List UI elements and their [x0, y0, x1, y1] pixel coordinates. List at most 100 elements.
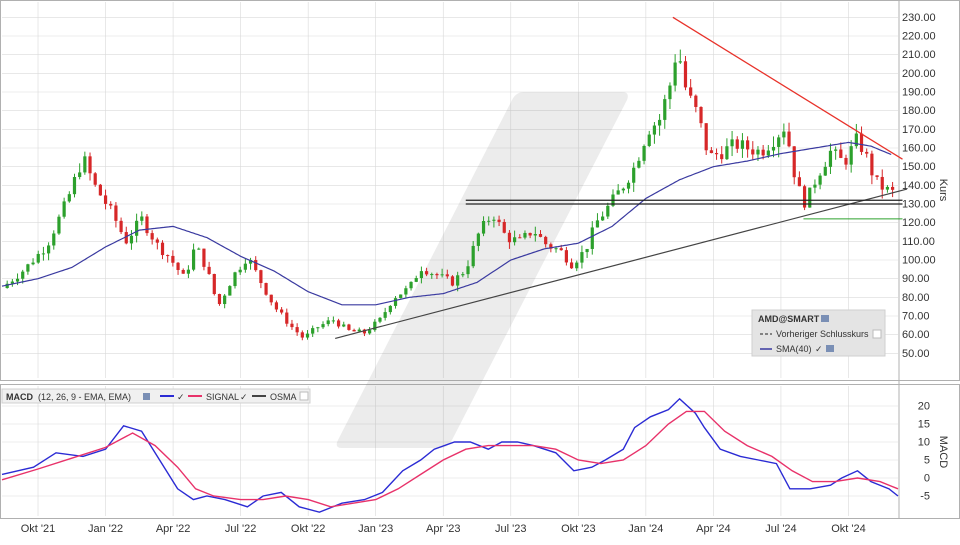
candle-body [797, 177, 801, 187]
candle-body [119, 220, 123, 233]
candle-body [233, 272, 237, 287]
candle-body [238, 269, 242, 273]
candle-body [145, 216, 149, 234]
price-tick-label: 110.00 [902, 236, 935, 248]
x-tick-label: Apr '22 [156, 523, 191, 535]
candle-body [31, 262, 35, 265]
candle-body [57, 216, 61, 234]
candle-body [766, 150, 770, 156]
price-tick-label: 90.00 [902, 273, 930, 285]
candle-body [409, 281, 413, 289]
candle-body [114, 205, 118, 221]
candle-body [890, 186, 895, 190]
candle-body [564, 250, 568, 263]
x-tick-label: Jul '24 [765, 523, 796, 535]
x-tick-label: Apr '24 [696, 523, 731, 535]
candle-body [720, 154, 724, 160]
price-tick-label: 80.00 [902, 292, 930, 304]
x-tick-label: Apr '23 [426, 523, 461, 535]
candle-body [26, 264, 30, 272]
candle-body [78, 172, 82, 178]
candle-body [280, 309, 284, 313]
macd-tick-label: 10 [918, 437, 930, 449]
candle-body [186, 269, 191, 274]
price-tick-label: 50.00 [902, 348, 930, 360]
x-tick-label: Jan '22 [88, 523, 123, 535]
legend-sma-settings-icon[interactable] [826, 345, 834, 352]
candle-body [399, 294, 403, 299]
candle-body [166, 255, 170, 257]
candle-body [502, 221, 506, 233]
candle-body [513, 237, 517, 243]
candle-body [352, 329, 356, 332]
candle-body [150, 233, 154, 240]
candle-body [326, 320, 330, 325]
candle-body [538, 234, 543, 237]
candle-body [844, 157, 848, 165]
signal-legend-label: SIGNAL [206, 392, 239, 402]
price-tick-label: 200.00 [902, 68, 936, 80]
candle-body [435, 274, 439, 276]
candle-body [616, 190, 620, 195]
candle-body [72, 177, 77, 195]
legend-ticker-icon[interactable] [821, 315, 829, 322]
candle-body [471, 245, 475, 267]
price-tick-label: 130.00 [902, 199, 936, 211]
candle-body [828, 150, 833, 167]
x-tick-label: Jul '23 [495, 523, 526, 535]
x-tick-label: Okt '21 [21, 523, 56, 535]
candle-body [875, 175, 879, 177]
candle-body [290, 323, 294, 328]
candle-body [518, 237, 522, 239]
candle-body [217, 294, 222, 305]
price-tick-label: 230.00 [902, 12, 936, 24]
candle-body [140, 216, 144, 221]
candle-body [834, 149, 838, 151]
candle-body [746, 140, 750, 150]
candle-body [295, 327, 299, 333]
candle-body [93, 173, 97, 185]
candle-body [823, 166, 827, 176]
candle-body [129, 235, 134, 244]
candle-body [849, 146, 853, 165]
legend-prev-close-toggle[interactable] [872, 329, 882, 339]
candle-body [223, 295, 227, 305]
candle-body [554, 248, 558, 250]
candle-body [52, 233, 56, 246]
price-axis-title: Kurs [937, 179, 949, 202]
price-tick-label: 70.00 [902, 311, 930, 323]
candle-body [176, 262, 180, 270]
candle-body [476, 233, 480, 246]
candle-body [885, 186, 890, 190]
candle-body [761, 149, 765, 156]
candle-body [466, 266, 470, 275]
candle-body [305, 333, 310, 338]
candle-body [580, 252, 584, 263]
candle-body [181, 269, 185, 274]
candle-body [689, 87, 693, 96]
candle-body [274, 302, 279, 310]
candle-body [378, 317, 382, 322]
macd-check-icon: ✓ [177, 392, 185, 402]
candle-body [569, 262, 574, 269]
chart-root: 50.00 60.00 70.00 80.00 90.00 100.00 110.00 120… [0, 0, 960, 540]
candle-body [481, 220, 486, 234]
candle-body [663, 99, 667, 120]
candle-body [191, 249, 196, 270]
candle-body [740, 140, 745, 149]
candle-body [155, 239, 159, 243]
osma-toggle[interactable] [299, 391, 309, 401]
candle-body [98, 184, 102, 196]
macd-settings-icon[interactable] [143, 393, 150, 400]
candle-body [559, 248, 563, 251]
candle-body [642, 145, 646, 161]
candle-body [865, 151, 869, 154]
x-tick-label: Jan '23 [358, 523, 393, 535]
price-tick-label: 190.00 [902, 87, 936, 99]
candle-body [859, 133, 864, 152]
candle-body [202, 248, 206, 267]
candle-body [311, 328, 315, 334]
candle-body [880, 176, 884, 190]
candle-body [533, 234, 537, 236]
candle-body [197, 248, 201, 250]
